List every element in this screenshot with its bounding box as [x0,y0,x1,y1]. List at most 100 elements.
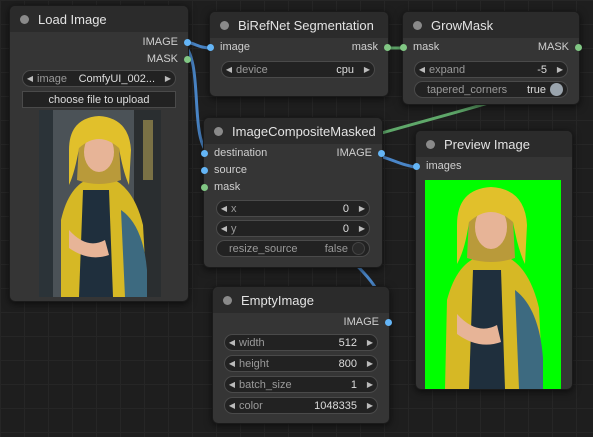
collapse-icon[interactable] [20,14,29,24]
input-port[interactable] [413,162,420,170]
loaded-image-thumbnail [39,110,161,297]
node-header[interactable]: ImageCompositeMasked [204,118,382,144]
output-mask-slot[interactable]: mask [352,41,391,53]
widget-label: batch_size [239,378,292,391]
arrow-right-icon[interactable]: ▶ [363,380,377,389]
output-port[interactable] [184,38,191,46]
arrow-right-icon[interactable]: ▶ [363,401,377,410]
arrow-right-icon[interactable]: ▶ [355,204,369,213]
widget-label: image [37,72,67,85]
x-number[interactable]: ◀ x 0 ▶ [216,200,370,217]
node-header[interactable]: EmptyImage [213,287,389,313]
height-number[interactable]: ◀ height 800 ▶ [224,355,378,372]
widget-value: 0 [342,202,349,215]
input-port[interactable] [201,183,208,191]
collapse-icon[interactable] [413,20,422,30]
expand-number[interactable]: ◀ expand -5 ▶ [414,61,568,78]
output-image-slot[interactable]: IMAGE [337,147,385,159]
resize-source-toggle[interactable]: resize_source false [216,240,370,257]
y-number[interactable]: ◀ y 0 ▶ [216,220,370,237]
arrow-left-icon[interactable]: ◀ [217,224,231,233]
output-port[interactable] [575,43,582,51]
widget-value: 0 [342,222,349,235]
node-title: BiRefNet Segmentation [238,17,374,33]
slot-label: images [426,160,462,172]
arrow-right-icon[interactable]: ▶ [355,224,369,233]
collapse-icon[interactable] [426,139,435,149]
slot-label: image [220,41,250,53]
output-port[interactable] [385,318,392,326]
collapse-icon[interactable] [214,126,223,136]
widget-value: ComfyUI_002... [78,72,155,85]
input-mask-slot[interactable]: mask [201,181,240,193]
arrow-right-icon[interactable]: ▶ [360,65,374,74]
output-port[interactable] [184,55,191,63]
arrow-left-icon[interactable]: ◀ [222,65,236,74]
slot-label: IMAGE [343,316,379,328]
output-image-slot[interactable]: IMAGE [143,36,191,48]
arrow-left-icon[interactable]: ◀ [217,204,231,213]
input-mask-slot[interactable]: mask [400,41,439,53]
node-empty-image[interactable]: EmptyImage IMAGE ◀ width 512 ▶ ◀ height … [212,286,392,424]
widget-label: expand [429,63,466,76]
input-port[interactable] [207,43,214,51]
slot-label: destination [214,147,268,159]
output-port[interactable] [378,149,385,157]
input-image-slot[interactable]: image [207,41,250,53]
node-header[interactable]: BiRefNet Segmentation [210,12,388,38]
node-title: ImageCompositeMasked [232,123,376,139]
widget-value: -5 [537,63,547,76]
composited-woman-image [425,180,561,389]
batch-size-number[interactable]: ◀ batch_size 1 ▶ [224,376,378,393]
input-destination-slot[interactable]: destination [201,147,267,159]
device-combo[interactable]: ◀ device cpu ▶ [221,61,375,78]
width-number[interactable]: ◀ width 512 ▶ [224,334,378,351]
widget-label: tapered_corners [427,83,508,96]
input-port[interactable] [400,43,407,51]
node-header[interactable]: Load Image [10,6,188,32]
collapse-icon[interactable] [220,20,229,30]
tapered-corners-toggle[interactable]: tapered_corners true [414,81,568,98]
arrow-left-icon[interactable]: ◀ [23,74,37,83]
slot-label: MASK [146,53,178,65]
output-mask-slot[interactable]: MASK [147,53,191,65]
input-port[interactable] [201,166,208,174]
arrow-right-icon[interactable]: ▶ [553,65,567,74]
input-source-slot[interactable]: source [201,164,247,176]
output-mask-slot[interactable]: MASK [538,41,582,53]
widget-value: true [527,83,546,96]
node-image-composite-masked[interactable]: ImageCompositeMasked destination IMAGE s… [201,117,385,268]
slot-label: MASK [537,41,569,53]
toggle-on-icon[interactable] [550,83,563,96]
upload-button[interactable]: choose file to upload [22,91,176,108]
image-combo[interactable]: ◀ image ComfyUI_002... ▶ [22,70,176,87]
arrow-right-icon[interactable]: ▶ [363,359,377,368]
input-port[interactable] [201,149,208,157]
arrow-left-icon[interactable]: ◀ [225,401,239,410]
collapse-icon[interactable] [223,295,232,305]
color-number[interactable]: ◀ color 1048335 ▶ [224,397,378,414]
arrow-left-icon[interactable]: ◀ [225,338,239,347]
node-title: GrowMask [431,17,494,33]
node-title: EmptyImage [241,292,314,308]
node-header[interactable]: GrowMask [403,12,579,38]
node-load-image[interactable]: Load Image IMAGE MASK ◀ image ComfyUI_00… [9,5,191,302]
node-birefnet-segmentation[interactable]: BiRefNet Segmentation image mask ◀ devic… [207,11,391,97]
arrow-left-icon[interactable]: ◀ [225,359,239,368]
widget-label: color [239,399,263,412]
slot-label: mask [351,41,378,53]
output-image-slot[interactable]: IMAGE [344,316,392,328]
arrow-left-icon[interactable]: ◀ [415,65,429,74]
node-preview-image[interactable]: Preview Image images [413,130,573,390]
output-port[interactable] [384,43,391,51]
arrow-right-icon[interactable]: ▶ [161,74,175,83]
arrow-left-icon[interactable]: ◀ [225,380,239,389]
node-growmask[interactable]: GrowMask mask MASK ◀ expand -5 ▶ tapered… [400,11,582,105]
node-header[interactable]: Preview Image [416,131,572,157]
widget-value: 512 [338,336,357,349]
widget-value: false [324,242,348,255]
widget-label: height [239,357,269,370]
arrow-right-icon[interactable]: ▶ [363,338,377,347]
input-images-slot[interactable]: images [413,160,461,172]
toggle-off-icon[interactable] [352,242,365,255]
